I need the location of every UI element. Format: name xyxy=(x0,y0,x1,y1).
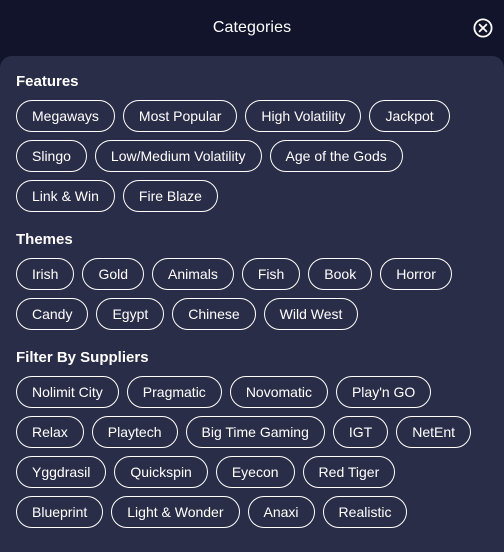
chip-horror[interactable]: Horror xyxy=(380,258,452,290)
chip-chinese[interactable]: Chinese xyxy=(172,298,256,330)
chip-red-tiger[interactable]: Red Tiger xyxy=(302,456,396,488)
chip-book[interactable]: Book xyxy=(308,258,373,290)
chip-high-volatility[interactable]: High Volatility xyxy=(245,100,362,132)
chip-big-time-gaming[interactable]: Big Time Gaming xyxy=(185,416,325,448)
categories-panel: Features Megaways Most Popular High Volati… xyxy=(0,56,504,552)
chip-nolimit-city[interactable]: Nolimit City xyxy=(16,376,119,408)
section-themes: Themes Irish Gold Animals Fish Book Horror Can… xyxy=(16,231,488,330)
categories-modal: Categories Features Megaways Most Popular… xyxy=(0,0,504,552)
chip-animals[interactable]: Animals xyxy=(152,258,234,290)
chip-irish[interactable]: Irish xyxy=(16,258,75,290)
chip-blueprint[interactable]: Blueprint xyxy=(16,496,104,528)
modal-header: Categories xyxy=(0,0,504,56)
chip-igt[interactable]: IGT xyxy=(332,416,389,448)
chip-realistic[interactable]: Realistic xyxy=(322,496,408,528)
section-features: Features Megaways Most Popular High Volati… xyxy=(16,73,488,212)
chip-play-n-go[interactable]: Play'n GO xyxy=(335,376,432,408)
chip-relax[interactable]: Relax xyxy=(16,416,84,448)
chip-eyecon[interactable]: Eyecon xyxy=(215,456,295,488)
chip-gold[interactable]: Gold xyxy=(82,258,145,290)
chip-age-of-the-gods[interactable]: Age of the Gods xyxy=(269,140,403,172)
chip-netent[interactable]: NetEnt xyxy=(396,416,472,448)
section-title: Themes xyxy=(16,231,73,248)
chip-most-popular[interactable]: Most Popular xyxy=(122,100,238,132)
section-title: Filter By Suppliers xyxy=(16,349,149,366)
chip-playtech[interactable]: Playtech xyxy=(91,416,178,448)
chip-light-wonder[interactable]: Light & Wonder xyxy=(111,496,240,528)
chip-anaxi[interactable]: Anaxi xyxy=(247,496,315,528)
chip-quickspin[interactable]: Quickspin xyxy=(114,456,208,488)
section-title: Features xyxy=(16,73,79,90)
chip-low-medium-volatility[interactable]: Low/Medium Volatility xyxy=(94,140,262,172)
chip-list: Irish Gold Animals Fish Book Horror Candy Egypt… xyxy=(16,258,488,330)
chip-pragmatic[interactable]: Pragmatic xyxy=(126,376,222,408)
chip-link-win[interactable]: Link & Win xyxy=(16,180,115,212)
modal-title: Categories xyxy=(212,19,292,36)
chip-slingo[interactable]: Slingo xyxy=(16,140,87,172)
section-suppliers: Filter By Suppliers Nolimit City Pragmati… xyxy=(16,349,488,528)
chip-fish[interactable]: Fish xyxy=(241,258,301,290)
chip-list: Nolimit City Pragmatic Novomatic Play'n GO R… xyxy=(16,376,488,528)
chip-list: Megaways Most Popular High Volatility Jackp… xyxy=(16,100,488,212)
close-icon[interactable] xyxy=(473,18,493,38)
chip-novomatic[interactable]: Novomatic xyxy=(229,376,328,408)
chip-candy[interactable]: Candy xyxy=(16,298,89,330)
chip-jackpot[interactable]: Jackpot xyxy=(369,100,450,132)
chip-fire-blaze[interactable]: Fire Blaze xyxy=(122,180,218,212)
chip-egypt[interactable]: Egypt xyxy=(96,298,165,330)
chip-megaways[interactable]: Megaways xyxy=(16,100,115,132)
chip-yggdrasil[interactable]: Yggdrasil xyxy=(16,456,107,488)
chip-wild-west[interactable]: Wild West xyxy=(263,298,359,330)
